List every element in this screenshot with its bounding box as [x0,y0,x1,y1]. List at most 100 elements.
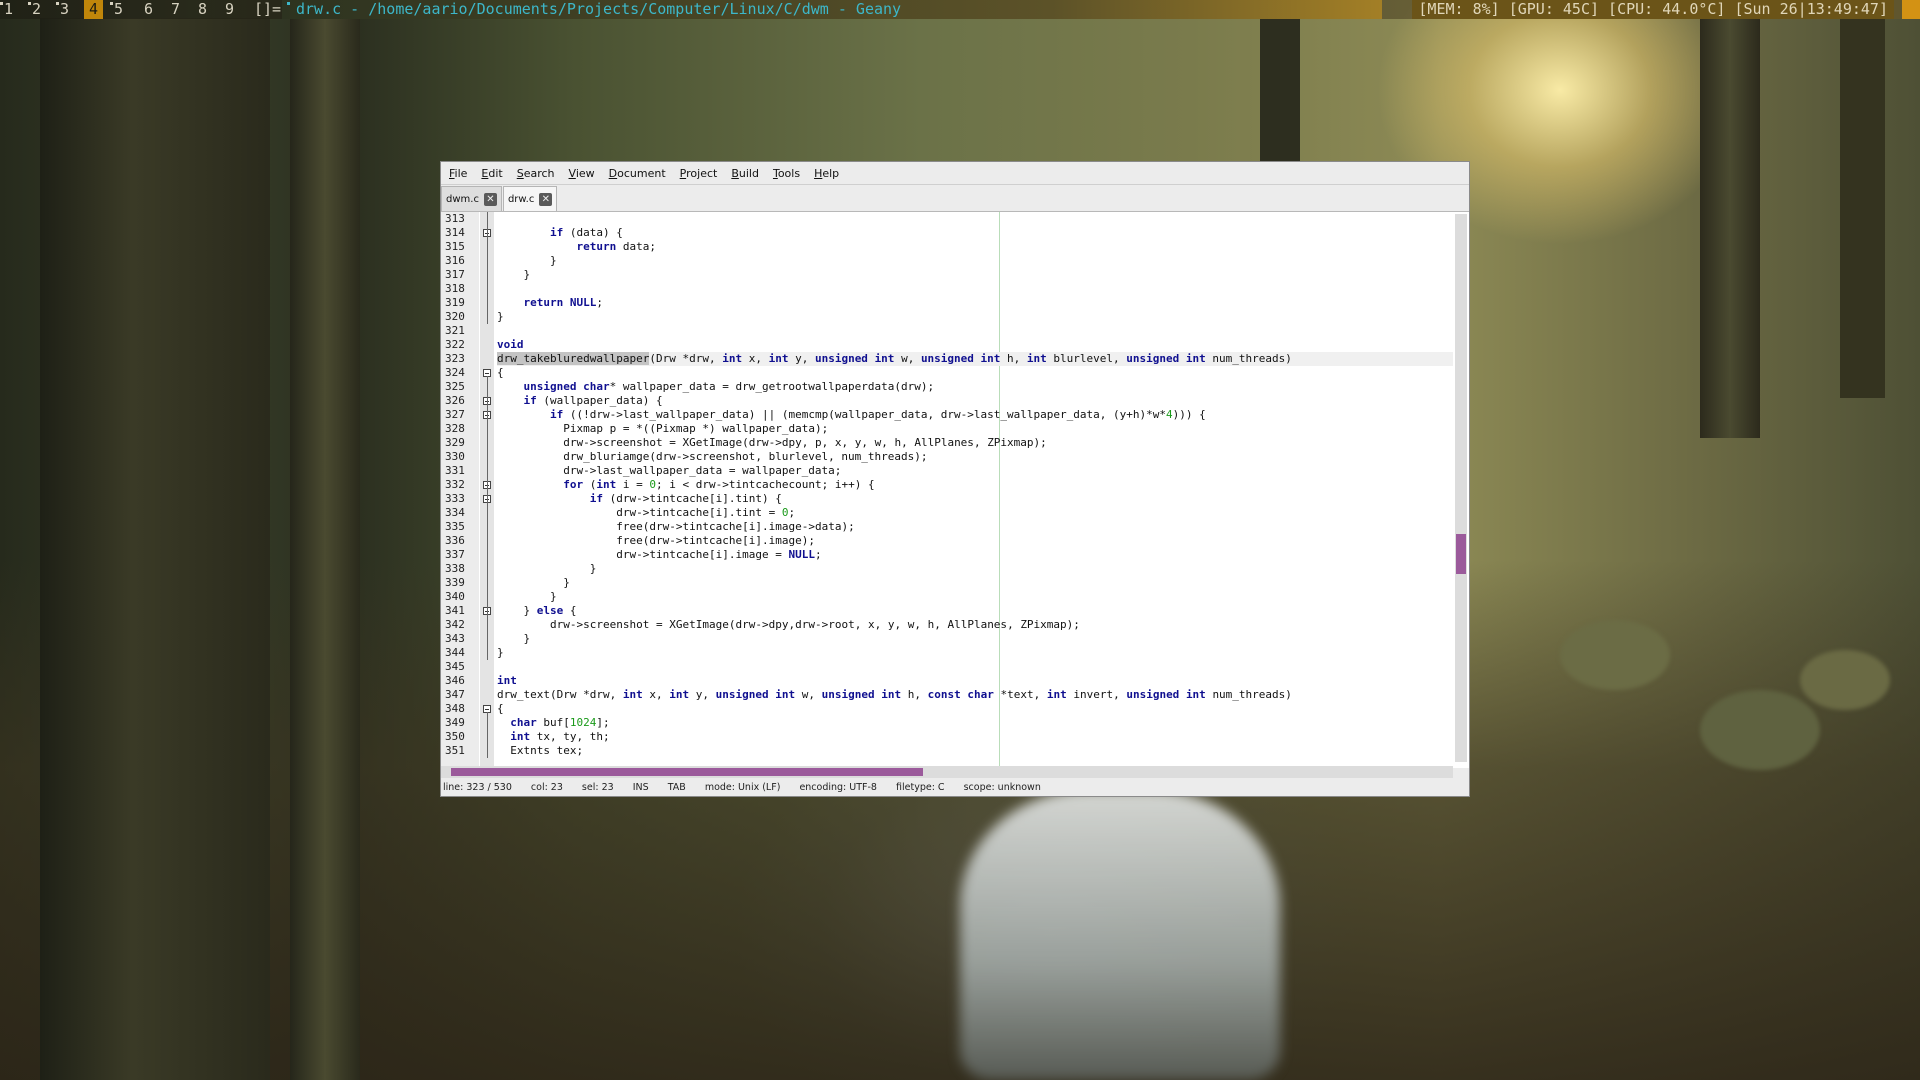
horizontal-scrollbar[interactable] [441,766,1453,778]
code-line[interactable]: } [497,562,1453,576]
code-line[interactable]: free(drw->tintcache[i].image->data); [497,520,1453,534]
window-title: drw.c - /home/aario/Documents/Projects/C… [282,0,1382,19]
line-number: 351 [445,744,465,757]
tag-2[interactable]: 2 [28,0,41,19]
system-status: [MEM: 8%] [GPU: 45C] [CPU: 44.0°C] [Sun … [1412,0,1894,19]
code-line[interactable]: int tx, ty, th; [497,730,1453,744]
code-line[interactable]: unsigned char* wallpaper_data = drw_getr… [497,380,1453,394]
menu-project[interactable]: Project [680,167,718,180]
layout-symbol[interactable]: []= [254,0,281,19]
menu-help[interactable]: Help [814,167,839,180]
menu-tools[interactable]: Tools [773,167,800,180]
vertical-scrollbar[interactable] [1455,214,1467,762]
code-line[interactable]: } [497,646,1453,660]
code-line[interactable]: return data; [497,240,1453,254]
menu-view[interactable]: View [569,167,595,180]
rock [1700,690,1820,770]
line-number: 350 [445,730,465,743]
code-line[interactable]: drw_takebluredwallpaper(Drw *drw, int x,… [497,352,1453,366]
code-line[interactable]: drw->last_wallpaper_data = wallpaper_dat… [497,464,1453,478]
line-number: 315 [445,240,465,253]
code-line[interactable]: free(drw->tintcache[i].image); [497,534,1453,548]
tab-dwm-c[interactable]: dwm.c ✕ [441,186,502,211]
code-line[interactable]: Pixmap p = *((Pixmap *) wallpaper_data); [497,422,1453,436]
line-number: 343 [445,632,465,645]
line-number: 329 [445,436,465,449]
line-number: 341 [445,604,465,617]
status-scope: scope: unknown [963,782,1041,793]
rock [1560,620,1670,690]
document-tabs: dwm.c ✕ drw.c ✕ [441,185,1469,212]
code-line[interactable]: drw->screenshot = XGetImage(drw->dpy, p,… [497,436,1453,450]
code-line[interactable]: } [497,254,1453,268]
code-line[interactable]: } [497,576,1453,590]
fold-margin[interactable] [480,212,494,768]
tag-4[interactable]: 4 [84,0,104,19]
code-line[interactable]: drw->screenshot = XGetImage(drw->dpy,drw… [497,618,1453,632]
code-line[interactable]: if ((!drw->last_wallpaper_data) || (memc… [497,408,1453,422]
code-line[interactable]: void [497,338,1453,352]
code-line[interactable]: } else { [497,604,1453,618]
code-line[interactable] [497,324,1453,338]
tag-1[interactable]: 1 [0,0,13,19]
close-icon[interactable]: ✕ [483,192,497,206]
close-icon[interactable]: ✕ [539,192,553,206]
status-col: col: 23 [530,782,563,793]
line-number: 333 [445,492,465,505]
menu-file[interactable]: File [449,167,467,180]
line-number: 347 [445,688,465,701]
code-line[interactable]: } [497,590,1453,604]
tag-6[interactable]: 6 [144,0,153,19]
menu-document[interactable]: Document [609,167,666,180]
tag-8[interactable]: 8 [198,0,207,19]
code-text-area[interactable]: if (data) { return data; } } return NULL… [497,212,1453,768]
fold-guide [487,712,488,758]
code-line[interactable] [497,282,1453,296]
code-line[interactable]: } [497,632,1453,646]
line-number: 327 [445,408,465,421]
code-line[interactable]: } [497,268,1453,282]
tag-9[interactable]: 9 [225,0,234,19]
code-line[interactable]: { [497,366,1453,380]
code-line[interactable]: } [497,310,1453,324]
scrollbar-thumb[interactable] [451,768,923,776]
line-number: 320 [445,310,465,323]
code-line[interactable]: for (int i = 0; i < drw->tintcachecount;… [497,478,1453,492]
code-line[interactable]: int [497,674,1453,688]
code-line[interactable]: if (wallpaper_data) { [497,394,1453,408]
line-number: 331 [445,464,465,477]
code-line[interactable]: if (data) { [497,226,1453,240]
tag-3[interactable]: 3 [56,0,69,19]
tab-label: dwm.c [446,193,479,205]
code-line[interactable]: drw_text(Drw *drw, int x, int y, unsigne… [497,688,1453,702]
line-number: 349 [445,716,465,729]
status-tab: TAB [667,782,686,793]
code-editor[interactable]: 313 314 315 316 317 318 319 320 321 322 323 324 325 3… [441,212,1469,768]
status-mode: mode: Unix (LF) [704,782,781,793]
code-line[interactable] [497,660,1453,674]
tab-label: drw.c [507,193,535,205]
code-line[interactable]: return NULL; [497,296,1453,310]
tree-trunk [1700,18,1760,438]
scrollbar-thumb[interactable] [1456,534,1466,574]
line-number: 323 [445,352,465,365]
line-number: 348 [445,702,465,715]
code-line[interactable]: { [497,702,1453,716]
code-line[interactable]: char buf[1024]; [497,716,1453,730]
line-number: 318 [445,282,465,295]
menu-search[interactable]: Search [517,167,555,180]
menu-build[interactable]: Build [731,167,759,180]
code-line[interactable] [497,212,1453,226]
tab-drw-c[interactable]: drw.c ✕ [502,186,558,211]
code-line[interactable]: if (drw->tintcache[i].tint) { [497,492,1453,506]
code-line[interactable]: drw_bluriamge(drw->screenshot, blurlevel… [497,450,1453,464]
line-number: 338 [445,562,465,575]
code-line[interactable]: Extnts tex; [497,744,1453,758]
line-number: 324 [445,366,465,379]
tag-5[interactable]: 5 [110,0,123,19]
tag-7[interactable]: 7 [171,0,180,19]
code-line[interactable]: drw->tintcache[i].tint = 0; [497,506,1453,520]
menu-edit[interactable]: Edit [481,167,502,180]
menubar: File Edit Search View Document Project B… [441,162,1469,185]
code-line[interactable]: drw->tintcache[i].image = NULL; [497,548,1453,562]
